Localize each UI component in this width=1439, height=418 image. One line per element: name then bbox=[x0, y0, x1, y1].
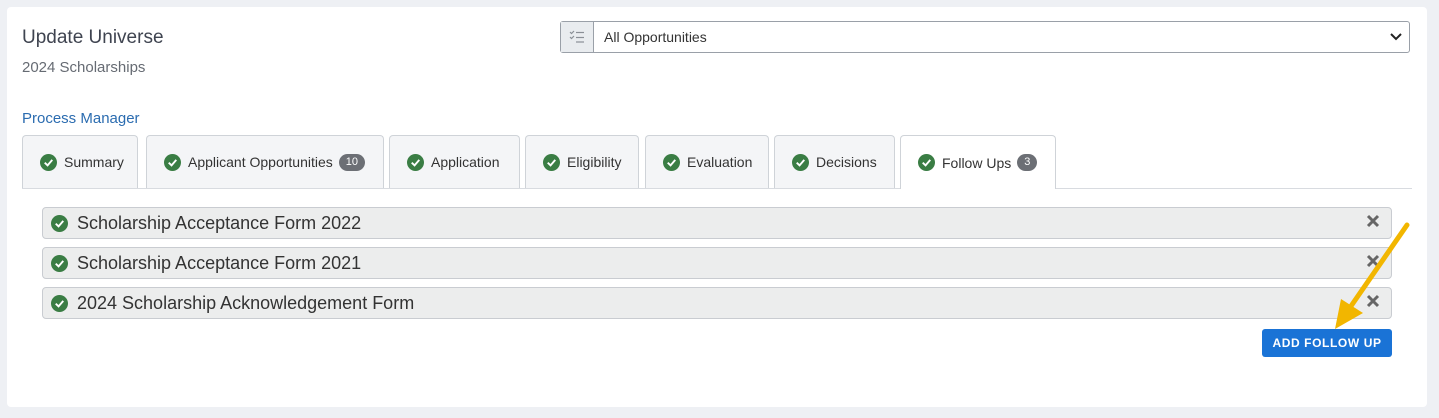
page-title: Update Universe bbox=[22, 27, 164, 48]
process-manager-link[interactable]: Process Manager bbox=[22, 110, 140, 127]
tab-label: Evaluation bbox=[687, 154, 753, 170]
tab-evaluation[interactable]: Evaluation bbox=[645, 135, 769, 188]
close-icon[interactable] bbox=[1365, 253, 1381, 269]
chevron-down-icon bbox=[1383, 22, 1409, 52]
page-subtitle: 2024 Scholarships bbox=[22, 59, 146, 76]
add-follow-up-button[interactable]: ADD FOLLOW UP bbox=[1262, 329, 1392, 357]
followup-name: Scholarship Acceptance Form 2022 bbox=[77, 212, 362, 233]
check-circle-icon bbox=[663, 153, 680, 171]
tab-application[interactable]: Application bbox=[389, 135, 520, 188]
check-circle-icon bbox=[40, 153, 57, 171]
check-circle-icon bbox=[918, 154, 935, 171]
opportunity-filter-select[interactable]: All Opportunities bbox=[560, 21, 1410, 53]
count-badge: 10 bbox=[338, 153, 366, 171]
tab-label: Decisions bbox=[816, 154, 877, 170]
check-circle-icon bbox=[51, 214, 68, 232]
tab-decisions[interactable]: Decisions bbox=[774, 135, 895, 188]
close-icon[interactable] bbox=[1365, 213, 1381, 229]
tab-label: Eligibility bbox=[567, 154, 622, 170]
check-circle-icon bbox=[543, 153, 560, 171]
check-circle-icon bbox=[792, 153, 809, 171]
tab-label: Application bbox=[431, 154, 500, 170]
followup-row[interactable]: Scholarship Acceptance Form 2022 bbox=[42, 207, 1392, 239]
checklist-icon bbox=[561, 22, 594, 52]
tab-follow-ups[interactable]: Follow Ups 3 bbox=[900, 135, 1056, 189]
followup-row[interactable]: Scholarship Acceptance Form 2021 bbox=[42, 247, 1392, 279]
followup-name: Scholarship Acceptance Form 2021 bbox=[77, 252, 362, 273]
tab-label: Summary bbox=[64, 154, 124, 170]
check-circle-icon bbox=[51, 294, 68, 312]
check-circle-icon bbox=[164, 153, 181, 171]
close-icon[interactable] bbox=[1365, 293, 1381, 309]
tab-summary[interactable]: Summary bbox=[22, 135, 138, 188]
check-circle-icon bbox=[407, 153, 424, 171]
check-circle-icon bbox=[51, 254, 68, 272]
followup-row[interactable]: 2024 Scholarship Acknowledgement Form bbox=[42, 287, 1392, 319]
tab-applicant-opportunities[interactable]: Applicant Opportunities 10 bbox=[146, 135, 384, 188]
tab-label: Follow Ups bbox=[942, 154, 1012, 171]
tab-eligibility[interactable]: Eligibility bbox=[525, 135, 639, 188]
count-badge: 3 bbox=[1017, 154, 1038, 171]
tab-label: Applicant Opportunities bbox=[188, 154, 333, 170]
main-card: Update Universe 2024 Scholarships All Op… bbox=[7, 7, 1427, 407]
select-value: All Opportunities bbox=[604, 29, 707, 45]
followup-name: 2024 Scholarship Acknowledgement Form bbox=[77, 292, 415, 313]
tab-bar: Summary Applicant Opportunities 10 Appli… bbox=[22, 135, 1412, 189]
